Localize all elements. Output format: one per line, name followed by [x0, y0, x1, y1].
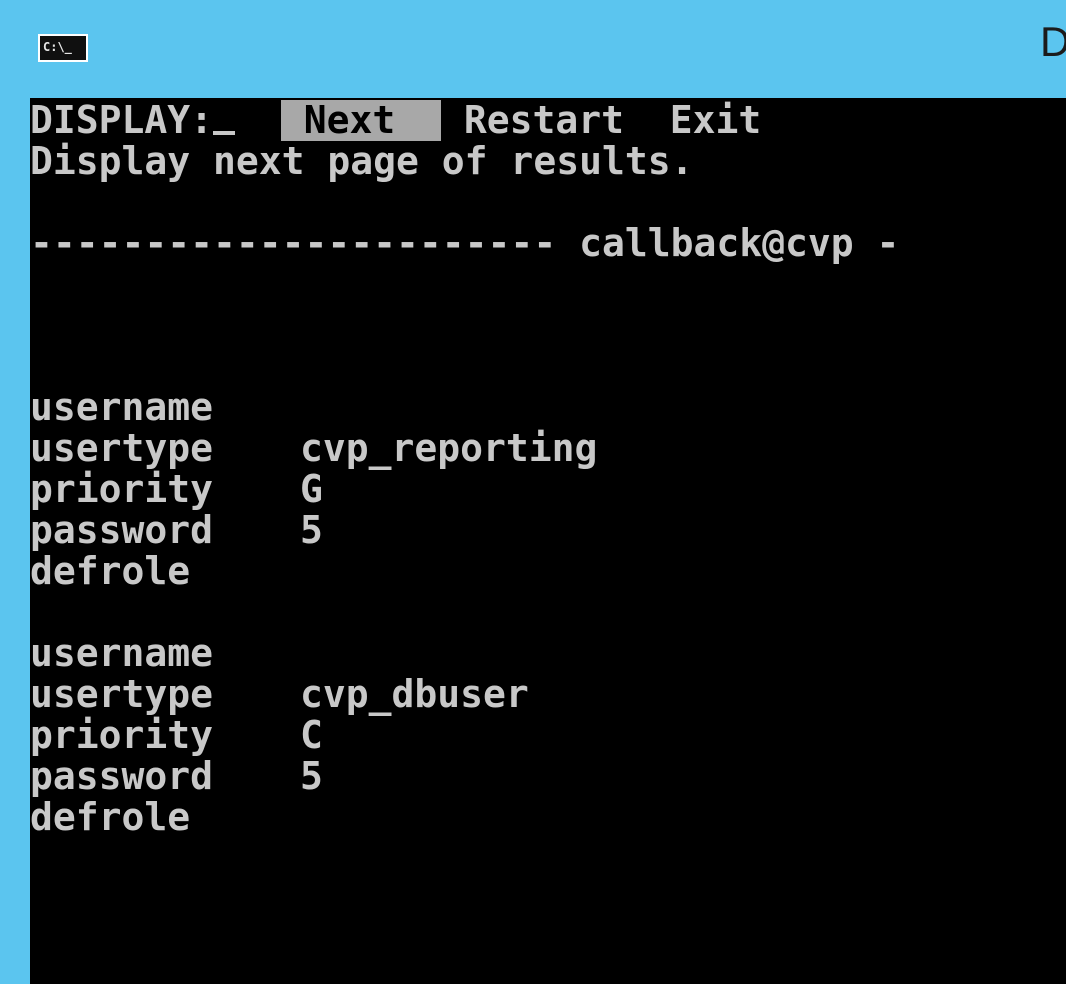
field-key: defrole — [30, 795, 191, 839]
window-title: D — [1040, 18, 1066, 65]
console-app-icon[interactable]: C:\_ — [38, 34, 88, 62]
record-field: priority 5 — [30, 428, 1066, 551]
console-output[interactable]: DISPLAY: Next Restart Exit Display next … — [30, 98, 1066, 984]
menu-item-next[interactable]: Next — [280, 98, 441, 142]
text-cursor — [213, 131, 236, 135]
record-field: usertype G — [30, 387, 1066, 510]
record-field: username cvp_dbuser — [30, 592, 1066, 715]
menu-item-next-label: Next — [303, 98, 396, 142]
field-key: defrole — [30, 549, 191, 593]
record-field: password — [30, 715, 1066, 797]
record-field: password — [30, 469, 1066, 551]
section-separator: ----------------------- callback@cvp - — [30, 221, 900, 265]
display-menu-line: DISPLAY: Next Restart Exit — [30, 100, 761, 141]
menu-item-exit-label: Exit — [669, 98, 762, 142]
menu-item-exit[interactable]: Exit — [670, 100, 762, 141]
user-record: username cvp_reporting usertype G priori… — [30, 346, 1066, 592]
display-prompt: DISPLAY: — [30, 98, 214, 142]
record-field: defrole — [30, 756, 1066, 838]
menu-item-restart-label: Restart — [463, 98, 625, 142]
menu-description: Display next page of results. — [30, 139, 694, 183]
record-field: priority 5 — [30, 674, 1066, 797]
record-field: defrole — [30, 510, 1066, 592]
user-record: username cvp_dbuser usertype C priority … — [30, 592, 1066, 838]
record-field: usertype C — [30, 633, 1066, 756]
console-window: C:\_ D DISPLAY: Next Restart Exit Displa… — [0, 0, 1066, 984]
menu-item-restart[interactable]: Restart — [464, 100, 624, 141]
title-bar[interactable]: C:\_ D — [0, 0, 1066, 98]
record-field: username cvp_reporting — [30, 346, 1066, 469]
